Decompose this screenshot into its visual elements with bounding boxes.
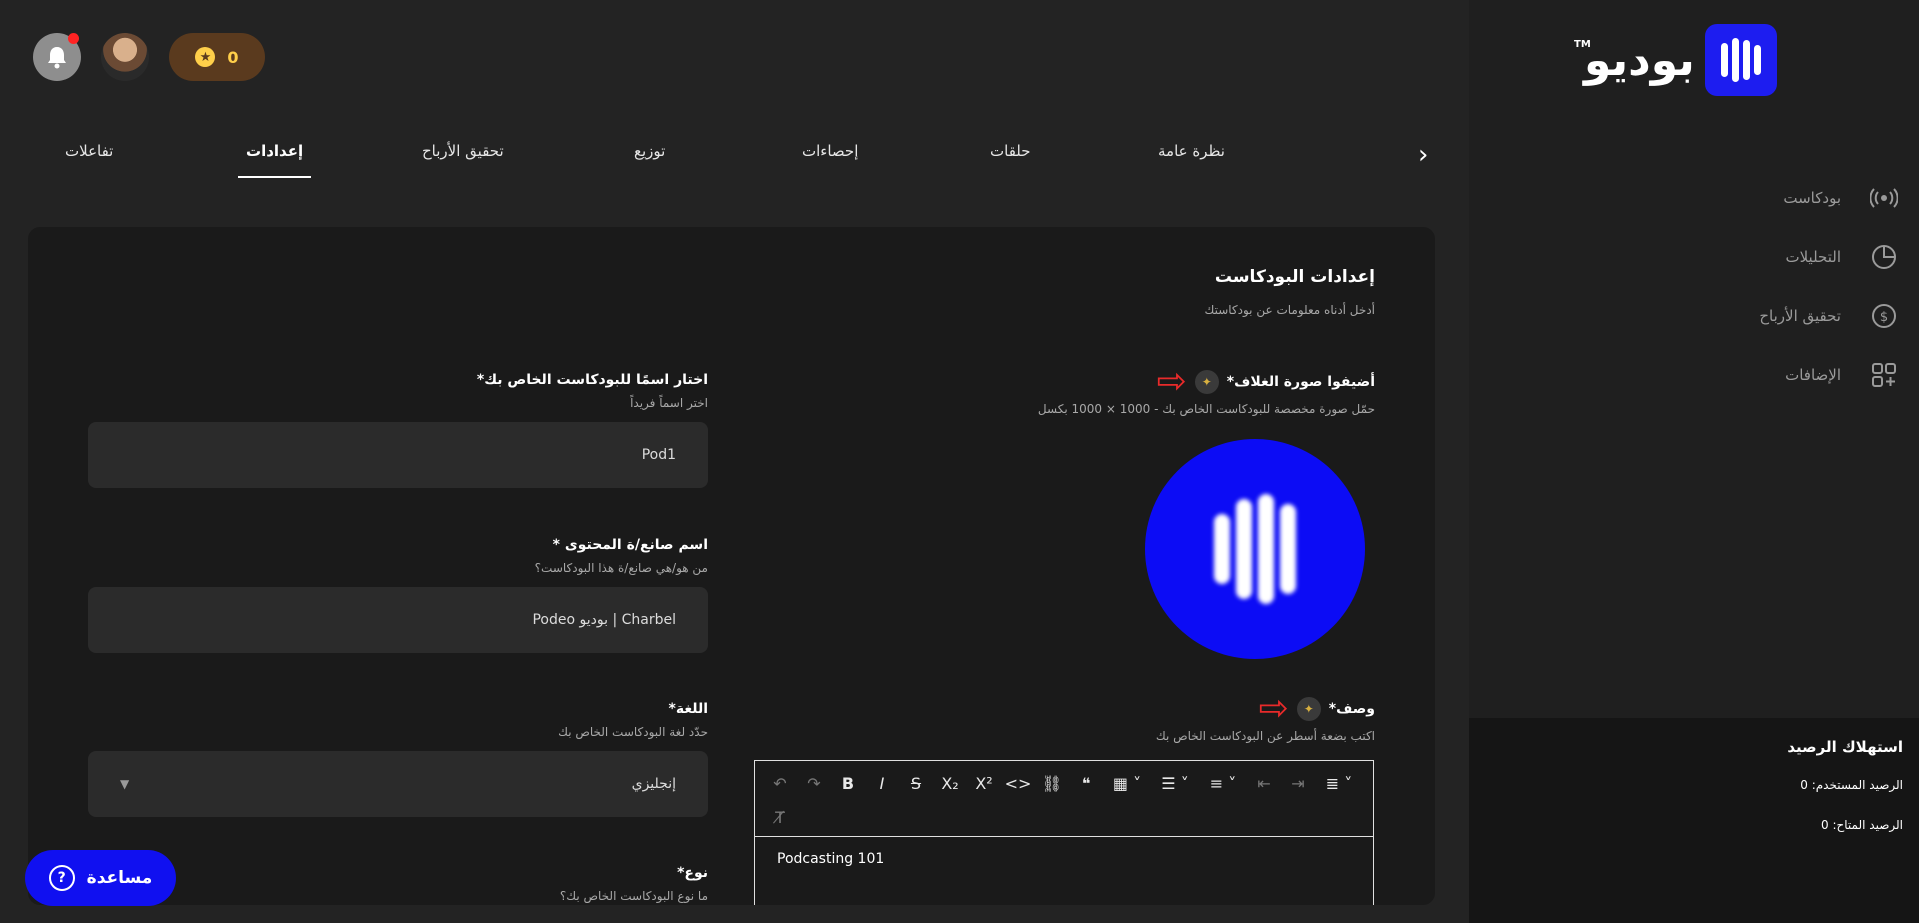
help-button[interactable]: ? مساعدة xyxy=(25,850,176,906)
sidebar-item-label: تحقيق الأرباح xyxy=(1759,306,1841,325)
brand-logo[interactable]: TM بوديو xyxy=(1574,24,1777,96)
bold-icon[interactable]: B xyxy=(833,767,863,799)
align-icon[interactable]: ≣ ˅ xyxy=(1317,767,1361,799)
outdent-icon[interactable]: ⇤ xyxy=(1249,767,1279,799)
podcast-name-hint: اختر اسماً فريداً xyxy=(630,396,708,410)
podcast-name-label: اختار اسمًا للبودكاست الخاص بك* xyxy=(476,372,708,388)
description-text[interactable]: Podcasting 101 xyxy=(755,837,1373,881)
cover-hint: حمّل صورة مخصصة للبودكاست الخاص بك - 100… xyxy=(1037,402,1375,416)
language-hint: حدّد لغة البودكاست الخاص بك xyxy=(558,725,708,739)
tab-monetization[interactable]: تحقيق الأرباح xyxy=(422,142,504,160)
creator-hint: من هو/هي صانع/ة هذا البودكاست؟ xyxy=(534,561,708,575)
red-arrow-icon: ⇨ xyxy=(1156,361,1187,402)
brand-mark-icon xyxy=(1704,24,1777,96)
user-avatar[interactable] xyxy=(101,33,149,81)
cover-image[interactable] xyxy=(1145,439,1365,659)
tab-distribution[interactable]: توزيع xyxy=(634,142,665,160)
cover-field: أضيفوا صورة الغلاف* ✦ ⇨ حمّل صورة مخصصة … xyxy=(755,361,1375,417)
sidebar-item-podcast[interactable]: بودكاست xyxy=(1599,168,1899,227)
dollar-icon: $ xyxy=(1869,301,1899,331)
ai-sparkle-icon[interactable]: ✦ xyxy=(1194,370,1219,394)
description-editor[interactable]: ↶ ↷ B I S X₂ X² <> ⛓ ❝ ▦ ˅ ☰ ˅ ≡ ˅ ⇤ ⇥ ≣… xyxy=(754,760,1374,905)
italic-icon[interactable]: I xyxy=(867,767,897,799)
sidebar-item-label: التحليلات xyxy=(1785,247,1841,266)
points-value: 0 xyxy=(227,47,239,67)
language-label: اللغة* xyxy=(668,701,708,717)
creator-input[interactable]: Charbel | بوديو Podeo xyxy=(88,587,708,653)
question-icon: ? xyxy=(48,865,75,891)
star-icon: ★ xyxy=(195,47,216,67)
balance-panel: استهلاك الرصيد الرصيد المستخدم: 0 الرصيد… xyxy=(1469,718,1919,923)
language-field: اللغة* حدّد لغة البودكاست الخاص بك إنجلي… xyxy=(88,701,708,817)
genre-hint: ما نوع البودكاست الخاص بك؟ xyxy=(559,889,708,903)
strikethrough-icon[interactable]: S xyxy=(901,767,931,799)
brand-text: بوديو xyxy=(1584,34,1695,86)
code-icon[interactable]: <> xyxy=(1003,767,1033,799)
tab-interactions[interactable]: تفاعلات xyxy=(65,142,113,160)
sidebar-item-analytics[interactable]: التحليلات xyxy=(1599,227,1899,286)
tab-settings[interactable]: إعدادات xyxy=(237,142,312,178)
balance-available: الرصيد المتاح: 0 xyxy=(1821,818,1903,832)
link-icon[interactable]: ⛓ xyxy=(1037,767,1067,799)
balance-used: الرصيد المستخدم: 0 xyxy=(1800,778,1903,792)
red-arrow-icon: ⇨ xyxy=(1258,688,1289,729)
sidebar-item-addons[interactable]: الإضافات xyxy=(1599,345,1899,404)
podcast-name-input[interactable]: Pod1 xyxy=(88,422,708,488)
tab-episodes[interactable]: حلقات xyxy=(990,142,1031,160)
description-label: وصف* xyxy=(1328,701,1375,717)
language-select[interactable]: إنجليزي ▼ xyxy=(88,751,708,817)
cover-label: أضيفوا صورة الغلاف* xyxy=(1226,374,1375,390)
genre-field: نوع* ما نوع البودكاست الخاص بك؟ xyxy=(88,865,708,903)
redo-icon[interactable]: ↷ xyxy=(799,767,829,799)
podcast-cover-icon xyxy=(1214,494,1296,604)
tab-overview[interactable]: نظرة عامة xyxy=(1158,142,1225,160)
add-grid-icon xyxy=(1869,360,1899,390)
bulleted-list-icon[interactable]: ☰ ˅ xyxy=(1153,767,1197,799)
sidebar-item-label: الإضافات xyxy=(1785,365,1841,384)
help-label: مساعدة xyxy=(86,868,153,888)
ai-sparkle-icon[interactable]: ✦ xyxy=(1296,697,1321,721)
editor-toolbar: ↶ ↷ B I S X₂ X² <> ⛓ ❝ ▦ ˅ ☰ ˅ ≡ ˅ ⇤ ⇥ ≣… xyxy=(755,761,1373,837)
numbered-list-icon[interactable]: ≡ ˅ xyxy=(1201,767,1245,799)
page-subtitle: أدخل أدناه معلومات عن بودكاستك xyxy=(1204,303,1375,317)
broadcast-icon xyxy=(1869,183,1899,213)
superscript-icon[interactable]: X² xyxy=(969,767,999,799)
description-field: وصف* ✦ ⇨ اكتب بضعة أسطر عن البودكاست الخ… xyxy=(755,688,1375,744)
creator-label: اسم صانع/ة المحتوى * xyxy=(552,537,708,553)
topbar-actions: ★ 0 xyxy=(33,33,265,81)
blockquote-icon[interactable]: ❝ xyxy=(1071,767,1101,799)
bell-icon xyxy=(48,47,66,69)
genre-label: نوع* xyxy=(677,865,708,881)
tab-statistics[interactable]: إحصاءات xyxy=(802,142,858,160)
settings-panel: إعدادات البودكاست أدخل أدناه معلومات عن … xyxy=(28,227,1435,905)
sidebar-item-label: بودكاست xyxy=(1783,188,1841,207)
sidebar: TM بوديو بودكاست التحليلات تحقيق الأرباح… xyxy=(1469,0,1919,923)
undo-icon[interactable]: ↶ xyxy=(765,767,795,799)
sidebar-nav: بودكاست التحليلات تحقيق الأرباح $ الإضاف… xyxy=(1599,168,1899,404)
pie-chart-icon xyxy=(1869,242,1899,272)
sidebar-item-monetization[interactable]: تحقيق الأرباح $ xyxy=(1599,286,1899,345)
balance-title: استهلاك الرصيد xyxy=(1787,738,1903,756)
podcast-name-field: اختار اسمًا للبودكاست الخاص بك* اختر اسم… xyxy=(88,372,708,488)
description-hint: اكتب بضعة أسطر عن البودكاست الخاص بك xyxy=(1155,729,1375,743)
brand-name: TM بوديو xyxy=(1574,34,1695,86)
svg-text:$: $ xyxy=(1880,310,1888,325)
subscript-icon[interactable]: X₂ xyxy=(935,767,965,799)
creator-field: اسم صانع/ة المحتوى * من هو/هي صانع/ة هذا… xyxy=(88,537,708,653)
chevron-down-icon: ▼ xyxy=(120,777,130,791)
notifications-button[interactable] xyxy=(33,33,81,81)
language-value: إنجليزي xyxy=(631,776,676,792)
notification-badge xyxy=(68,33,79,44)
table-icon[interactable]: ▦ ˅ xyxy=(1105,767,1149,799)
points-badge[interactable]: ★ 0 xyxy=(169,33,265,81)
page-title: إعدادات البودكاست xyxy=(1214,267,1375,287)
indent-icon[interactable]: ⇥ xyxy=(1283,767,1313,799)
clear-format-icon[interactable]: T̸ xyxy=(765,801,795,833)
tabs-bar: نظرة عامة حلقات إحصاءات توزيع تحقيق الأر… xyxy=(40,138,1440,180)
trademark-label: TM xyxy=(1574,38,1591,50)
